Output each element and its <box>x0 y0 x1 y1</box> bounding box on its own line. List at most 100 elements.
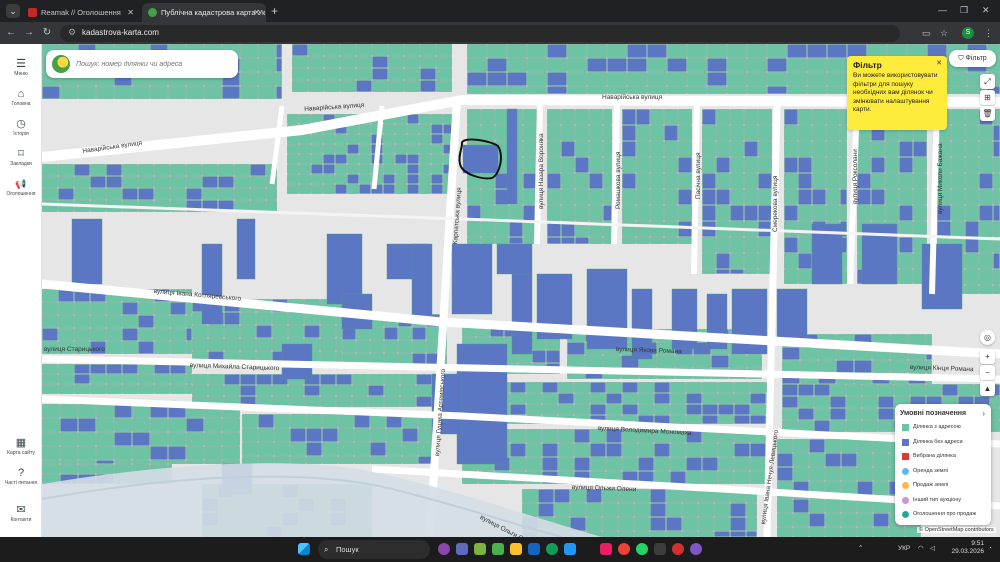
parcel[interactable] <box>746 517 757 531</box>
parcel[interactable] <box>561 157 575 173</box>
parcel[interactable] <box>272 312 288 325</box>
parcel[interactable] <box>942 384 958 396</box>
parcel[interactable] <box>122 364 138 374</box>
parcel[interactable] <box>793 527 809 537</box>
parcel[interactable] <box>730 517 746 531</box>
map-attribution[interactable]: © OpenStreetMap contributors <box>917 527 996 533</box>
parcel[interactable] <box>871 205 885 221</box>
parcel[interactable] <box>58 164 74 176</box>
parcel[interactable] <box>750 393 766 404</box>
parcel[interactable] <box>372 68 388 80</box>
parcel[interactable] <box>299 164 311 174</box>
parcel[interactable] <box>150 418 168 432</box>
parcel[interactable] <box>90 328 106 341</box>
parcel[interactable] <box>567 72 587 86</box>
close-tab-icon[interactable]: ✕ <box>253 3 260 22</box>
parcel[interactable] <box>522 489 538 503</box>
parcel[interactable] <box>370 456 386 464</box>
parcel[interactable] <box>926 334 932 347</box>
parcel[interactable] <box>678 157 692 173</box>
parcel[interactable] <box>256 312 272 325</box>
parcel[interactable] <box>274 414 290 428</box>
parcel[interactable] <box>78 418 96 432</box>
parcel[interactable] <box>575 189 589 205</box>
parcel[interactable] <box>436 44 452 56</box>
parcel[interactable] <box>558 429 574 443</box>
parcel[interactable] <box>336 325 342 338</box>
parcel[interactable] <box>782 384 798 396</box>
parcel[interactable] <box>654 404 670 415</box>
parcel[interactable] <box>826 205 840 221</box>
parcel[interactable] <box>862 396 878 408</box>
parcel[interactable] <box>547 157 561 173</box>
parcel[interactable] <box>826 109 840 125</box>
parcel[interactable] <box>186 446 204 460</box>
reload-icon[interactable]: ↻ <box>40 25 54 41</box>
parcel[interactable] <box>306 456 322 464</box>
parcel[interactable] <box>711 355 729 368</box>
parcel[interactable] <box>114 86 132 99</box>
parcel[interactable] <box>812 125 826 141</box>
grid-icon[interactable]: ⊞ <box>980 90 995 105</box>
parcel[interactable] <box>979 221 993 237</box>
parcel[interactable] <box>42 188 58 200</box>
parcel[interactable] <box>857 205 871 221</box>
parcel[interactable] <box>857 439 873 453</box>
parcel[interactable] <box>800 360 818 373</box>
parcel[interactable] <box>287 114 299 124</box>
parcel[interactable] <box>734 443 750 457</box>
close-tab-icon[interactable]: ✕ <box>127 3 134 22</box>
parcel[interactable] <box>873 467 889 481</box>
parcel[interactable] <box>841 439 857 453</box>
parcel[interactable] <box>154 341 170 354</box>
parcel[interactable] <box>702 269 716 274</box>
parcel[interactable] <box>702 404 718 415</box>
parcel[interactable] <box>787 58 807 72</box>
parcel[interactable] <box>747 86 767 94</box>
parcel[interactable] <box>894 384 910 396</box>
parcel[interactable] <box>132 446 150 460</box>
parcel[interactable] <box>154 302 170 315</box>
parcel[interactable] <box>507 86 527 94</box>
parcel[interactable] <box>354 456 370 464</box>
parcel[interactable] <box>744 189 758 205</box>
parcel[interactable] <box>311 134 323 144</box>
parcel[interactable] <box>224 312 240 325</box>
parcel[interactable] <box>650 205 664 221</box>
parcel[interactable] <box>224 338 240 351</box>
parcel[interactable] <box>603 173 612 189</box>
parcel[interactable] <box>204 446 222 460</box>
parcel[interactable] <box>622 109 636 125</box>
parcel[interactable] <box>667 72 687 86</box>
parcel[interactable] <box>913 173 927 189</box>
parcel[interactable] <box>587 72 607 86</box>
parcel[interactable] <box>266 200 277 212</box>
parcel[interactable] <box>411 243 433 320</box>
parcel[interactable] <box>467 86 487 94</box>
parcel[interactable] <box>650 189 664 205</box>
parcel[interactable] <box>170 364 186 374</box>
parcel[interactable] <box>322 456 338 464</box>
parcel[interactable] <box>495 189 509 205</box>
parcel[interactable] <box>523 109 537 125</box>
parcel[interactable] <box>352 396 368 407</box>
parcel[interactable] <box>359 174 371 184</box>
parcel[interactable] <box>186 176 202 188</box>
parcel[interactable] <box>793 513 809 527</box>
parcel[interactable] <box>744 157 758 173</box>
parcel[interactable] <box>495 221 509 237</box>
parcel[interactable] <box>727 72 747 86</box>
parcel[interactable] <box>168 86 186 99</box>
parcel[interactable] <box>687 58 707 72</box>
parcel[interactable] <box>258 86 276 99</box>
parcel[interactable] <box>746 503 757 517</box>
parcel[interactable] <box>218 176 234 188</box>
parcel[interactable] <box>618 531 634 537</box>
parcel[interactable] <box>132 432 150 446</box>
parcel[interactable] <box>636 109 650 125</box>
parcel[interactable] <box>622 173 636 189</box>
parcel[interactable] <box>798 396 814 408</box>
parcel[interactable] <box>798 384 814 396</box>
parcel[interactable] <box>138 315 154 328</box>
parcel[interactable] <box>306 428 322 442</box>
